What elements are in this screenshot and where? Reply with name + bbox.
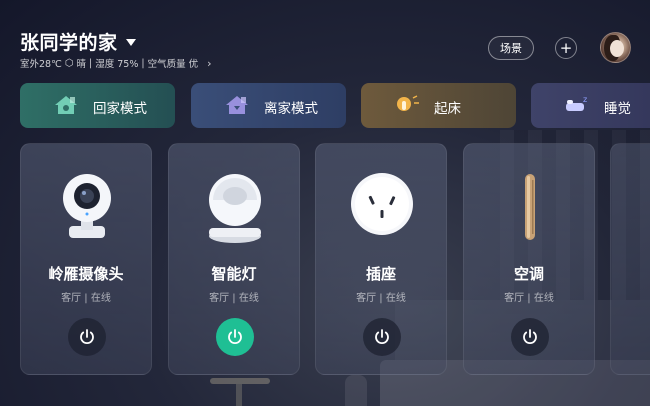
header: 张同学的家 室外28℃ ⬡ 晴 | 湿度 75% | 空气质量 优 › 场景 + (20, 26, 632, 74)
separator: | (141, 57, 145, 69)
power-icon (228, 329, 242, 344)
mode-home-button[interactable]: 回家模式 (20, 83, 175, 128)
scene-modes-row: 回家模式 离家模式 起床 z 睡觉 (20, 83, 650, 128)
separator: | (89, 57, 93, 69)
device-card-camera[interactable]: 岭雁摄像头 客厅 | 在线 (20, 143, 152, 375)
mode-away-button[interactable]: 离家模式 (191, 83, 346, 128)
power-button[interactable] (511, 318, 549, 356)
device-card-lamp[interactable]: 智能灯 客厅 | 在线 (168, 143, 300, 375)
scene-button[interactable]: 场景 (488, 36, 534, 60)
home-selector[interactable]: 张同学的家 (20, 28, 136, 55)
device-name: 插座 (365, 265, 396, 283)
device-name: 岭雁摄像头 (48, 265, 124, 283)
power-icon (375, 329, 389, 344)
socket-icon (351, 173, 413, 235)
power-button[interactable] (216, 318, 254, 356)
device-status: 客厅 | 在线 (504, 293, 554, 304)
wake-up-icon (397, 95, 419, 111)
power-button[interactable] (68, 318, 106, 356)
device-status: 客厅 | 在线 (356, 293, 406, 304)
power-button[interactable] (363, 318, 401, 356)
device-card-partial[interactable] (610, 143, 650, 375)
power-icon (523, 329, 537, 344)
device-status: 客厅 | 在线 (61, 293, 111, 304)
mode-label: 起床 (434, 101, 461, 117)
background-vase (345, 375, 367, 406)
air-conditioner-icon (525, 174, 535, 240)
weather-summary[interactable]: 室外28℃ ⬡ 晴 | 湿度 75% | 空气质量 优 › (20, 56, 212, 71)
sun-icon: ⬡ (64, 57, 74, 69)
mode-label: 离家模式 (264, 101, 318, 117)
chevron-right-icon: › (207, 56, 212, 70)
camera-icon (63, 174, 111, 238)
home-title: 张同学的家 (20, 32, 118, 54)
device-status: 客厅 | 在线 (209, 293, 259, 304)
avatar[interactable] (600, 32, 631, 63)
mode-label: 回家模式 (93, 101, 147, 117)
humidity: 湿度 75% (95, 59, 139, 70)
caret-down-icon (125, 39, 136, 46)
svg-text:z: z (583, 95, 587, 104)
device-card-socket[interactable]: 插座 客厅 | 在线 (315, 143, 447, 375)
air-quality: 空气质量 优 (147, 59, 199, 70)
home-mode-icon (55, 96, 77, 114)
mode-label: 睡觉 (604, 101, 631, 117)
smart-lamp-icon (209, 174, 261, 243)
weather-condition: 晴 (76, 59, 87, 70)
power-icon (80, 329, 94, 344)
sleep-icon: z (566, 95, 587, 111)
background-table-leg (236, 384, 242, 406)
device-card-ac[interactable]: 空调 客厅 | 在线 (463, 143, 595, 375)
avatar-face (610, 40, 624, 57)
add-button[interactable]: + (555, 37, 577, 59)
mode-wake-button[interactable]: 起床 (361, 83, 516, 128)
device-name: 智能灯 (211, 265, 257, 283)
mode-sleep-button[interactable]: z 睡觉 (531, 83, 650, 128)
device-name: 空调 (513, 265, 544, 283)
outdoor-temperature: 室外28℃ (20, 59, 62, 70)
leave-home-icon (226, 96, 248, 114)
